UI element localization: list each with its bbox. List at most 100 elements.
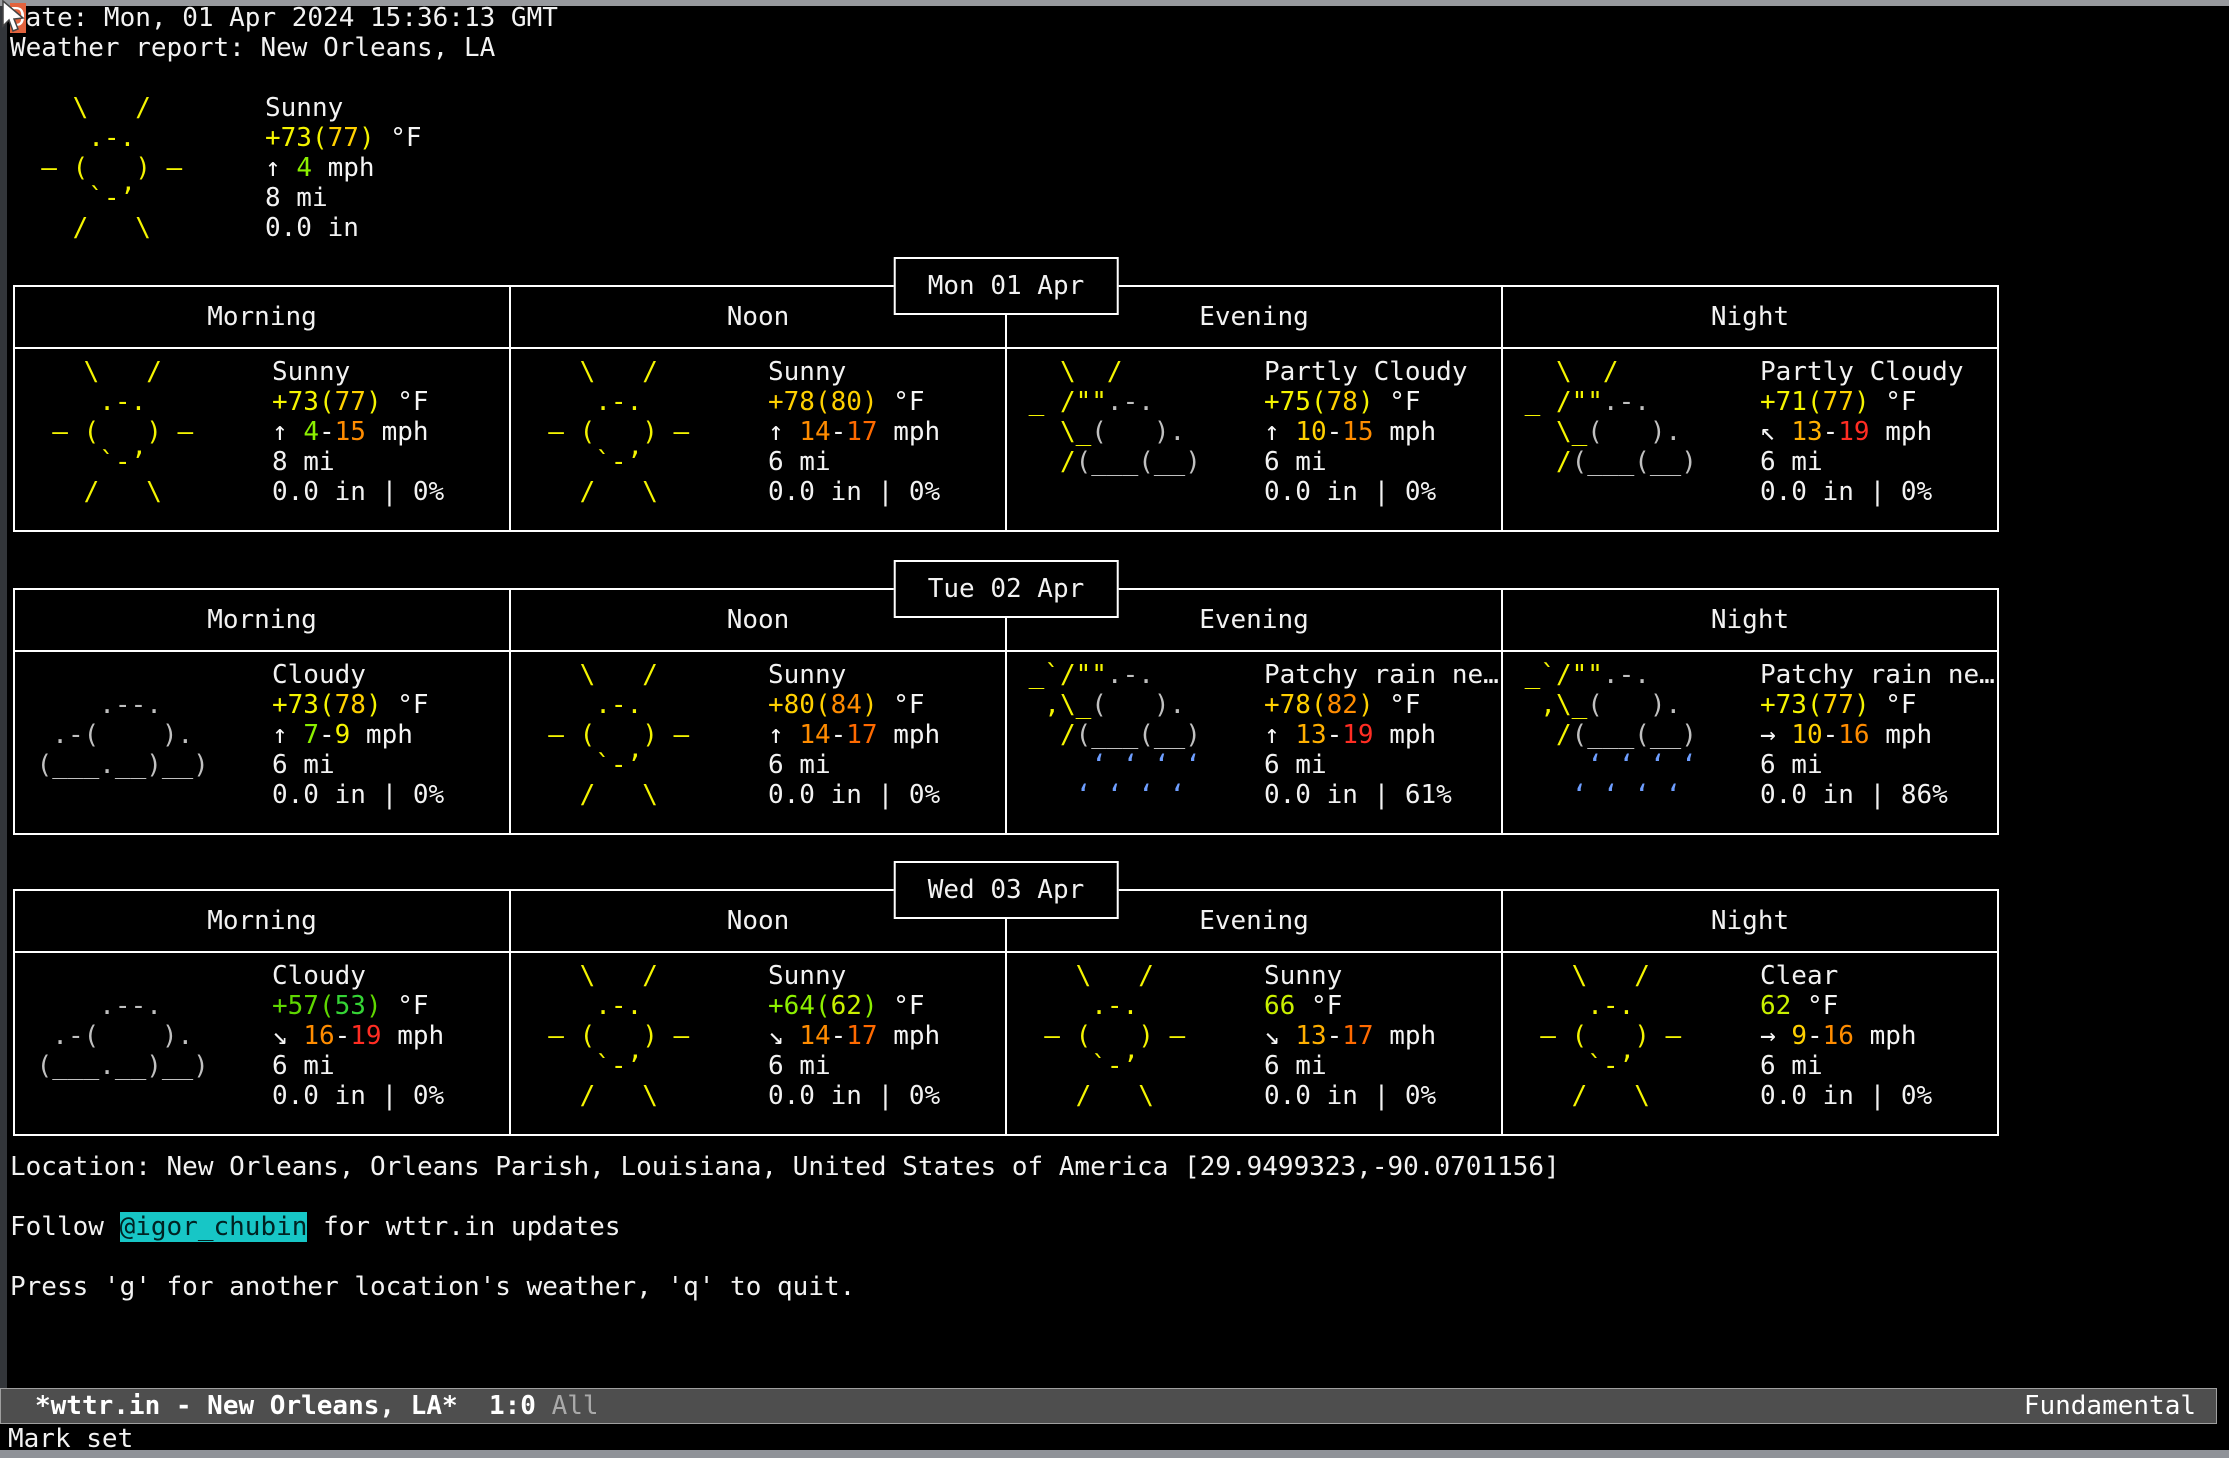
visibility-text: 6 mi [1760, 1051, 1932, 1081]
condition-text: Sunny [272, 357, 444, 387]
buffer-name[interactable]: *wttr.in - New Orleans, LA* [35, 1391, 458, 1421]
weather-cell: \ / _ /"".-. \_( ). /(___(__) Partly Clo… [1501, 349, 1997, 530]
precip-text: 0.0 in | 0% [1264, 1081, 1436, 1111]
mouse-cursor [0, 0, 30, 34]
visibility-text: 8 mi [265, 183, 422, 213]
temperature-text: +64(62) °F [768, 991, 940, 1021]
temperature-text: +80(84) °F [768, 690, 940, 720]
scroll-indicator: All [552, 1391, 599, 1421]
condition-text: Sunny [1264, 961, 1436, 991]
temperature-text: 66 °F [1264, 991, 1436, 1021]
wind-text: ↖ 13-19 mph [1760, 417, 1964, 447]
precip-text: 0.0 in | 0% [1760, 1081, 1932, 1111]
keybinding-hint-line: Press 'g' for another location's weather… [10, 1272, 855, 1302]
temperature-text: +73(78) °F [272, 690, 444, 720]
weather-cell: _`/"".-. ,\_( ). /(___(__) ‘ ‘ ‘ ‘ ‘ ‘ ‘… [1005, 652, 1501, 833]
weather-cell: .--. .-( ). (___.__)__) Cloudy +73(78) °… [15, 652, 509, 833]
header-morning: Morning [15, 287, 509, 347]
precip-text: 0.0 in | 0% [768, 1081, 940, 1111]
header-night: Night [1501, 287, 1997, 347]
wind-text: ↘ 14-17 mph [768, 1021, 940, 1051]
follow-suffix: for wttr.in updates [307, 1212, 620, 1242]
header-night: Night [1501, 590, 1997, 650]
condition-text: Sunny [768, 961, 940, 991]
visibility-text: 6 mi [1760, 447, 1964, 477]
precip-text: 0.0 in | 0% [1760, 477, 1964, 507]
emacs-mode-line[interactable]: *wttr.in - New Orleans, LA* 1:0 All Fund… [0, 1388, 2217, 1424]
precip-text: 0.0 in | 86% [1760, 780, 1995, 810]
modeline-space [536, 1391, 552, 1421]
temperature-text: +73(77) °F [1760, 690, 1995, 720]
visibility-text: 6 mi [272, 750, 444, 780]
window-left-fringe [0, 6, 7, 1388]
cloud-icon: .--. .-( ). (___.__)__) [21, 660, 226, 833]
location-line: Location: New Orleans, Orleans Parish, L… [10, 1152, 1560, 1182]
wind-text: ↑ 7-9 mph [272, 720, 444, 750]
temperature-text: +78(80) °F [768, 387, 940, 417]
condition-text: Sunny [768, 357, 940, 387]
wind-text: → 10-16 mph [1760, 720, 1995, 750]
temperature-text: +75(78) °F [1264, 387, 1468, 417]
weather-cell: \ / .-. ― ( ) ― `-’ / \ Sunny +80(84) °F… [509, 652, 1005, 833]
condition-text: Sunny [265, 93, 422, 123]
wind-text: ↑ 4-15 mph [272, 417, 444, 447]
visibility-text: 6 mi [768, 750, 940, 780]
forecast-table-tue: Tue 02 Apr Morning Noon Evening Night .-… [13, 588, 1999, 835]
weather-cell: \ / .-. ― ( ) ― `-’ / \ Sunny 66 °F ↘ 13… [1005, 953, 1501, 1134]
rain-icon: _`/"".-. ,\_( ). /(___(__) ‘ ‘ ‘ ‘ ‘ ‘ ‘… [1013, 660, 1218, 833]
major-mode-name[interactable]: Fundamental [2024, 1391, 2196, 1421]
forecast-table-mon: Mon 01 Apr Morning Noon Evening Night \ … [13, 285, 1999, 532]
weather-cell: .--. .-( ). (___.__)__) Cloudy +57(53) °… [15, 953, 509, 1134]
temperature-text: +71(77) °F [1760, 387, 1964, 417]
condition-text: Patchy rain ne… [1760, 660, 1995, 690]
cloud-icon: .--. .-( ). (___.__)__) [21, 961, 226, 1134]
sun-icon: \ / .-. ― ( ) ― `-’ / \ [1013, 961, 1218, 1134]
visibility-text: 6 mi [1264, 447, 1468, 477]
precip-text: 0.0 in | 0% [272, 1081, 444, 1111]
temperature-text: +73(77) °F [272, 387, 444, 417]
weather-cell: \ / .-. ― ( ) ― `-’ / \ Sunny +78(80) °F… [509, 349, 1005, 530]
header-morning: Morning [15, 590, 509, 650]
weather-cell: \ / .-. ― ( ) ― `-’ / \ Sunny +64(62) °F… [509, 953, 1005, 1134]
wind-text: ↑ 10-15 mph [1264, 417, 1468, 447]
day-badge: Wed 03 Apr [894, 861, 1119, 919]
condition-text: Cloudy [272, 961, 444, 991]
sun-icon: \ / .-. ― ( ) ― `-’ / \ [517, 357, 722, 530]
sun-icon: \ / .-. ― ( ) ― `-’ / \ [1509, 961, 1714, 1134]
partly-cloudy-icon: \ / _ /"".-. \_( ). /(___(__) [1013, 357, 1218, 530]
follow-prefix: Follow [10, 1212, 120, 1242]
twitter-handle-link[interactable]: @igor_chubin [120, 1212, 308, 1242]
precip-text: 0.0 in | 0% [768, 780, 940, 810]
wind-text: ↘ 16-19 mph [272, 1021, 444, 1051]
weather-cell: \ / _ /"".-. \_( ). /(___(__) Partly Clo… [1005, 349, 1501, 530]
temperature-text: +73(77) °F [265, 123, 422, 153]
temperature-text: +78(82) °F [1264, 690, 1499, 720]
temperature-text: +57(53) °F [272, 991, 444, 1021]
forecast-table-wed: Wed 03 Apr Morning Noon Evening Night .-… [13, 889, 1999, 1136]
condition-text: Patchy rain ne… [1264, 660, 1499, 690]
visibility-text: 6 mi [1264, 750, 1499, 780]
date-text: ate: Mon, 01 Apr 2024 15:36:13 GMT [26, 3, 558, 33]
sun-icon: \ / .-. ― ( ) ― `-’ / \ [21, 357, 226, 530]
sun-icon: \ / .-. ― ( ) ― `-’ / \ [517, 660, 722, 833]
precip-text: 0.0 in | 61% [1264, 780, 1499, 810]
weather-cell: \ / .-. ― ( ) ― `-’ / \ Clear 62 °F → 9-… [1501, 953, 1997, 1134]
visibility-text: 8 mi [272, 447, 444, 477]
weather-cell: \ / .-. ― ( ) ― `-’ / \ Sunny +73(77) °F… [15, 349, 509, 530]
wind-text: ↑ 14-17 mph [768, 720, 940, 750]
visibility-text: 6 mi [768, 447, 940, 477]
visibility-text: 6 mi [1760, 750, 1995, 780]
window-bottom-edge [0, 1450, 2229, 1458]
header-night: Night [1501, 891, 1997, 951]
follow-line: Follow @igor_chubin for wttr.in updates [10, 1212, 621, 1242]
modeline-gap [458, 1391, 489, 1421]
condition-text: Clear [1760, 961, 1932, 991]
condition-text: Sunny [768, 660, 940, 690]
precip-text: 0.0 in | 0% [272, 477, 444, 507]
visibility-text: 6 mi [1264, 1051, 1436, 1081]
wind-text: ↑ 14-17 mph [768, 417, 940, 447]
wind-text: → 9-16 mph [1760, 1021, 1932, 1051]
cursor-position: 1:0 [489, 1391, 536, 1421]
weather-cell: _`/"".-. ,\_( ). /(___(__) ‘ ‘ ‘ ‘ ‘ ‘ ‘… [1501, 652, 1997, 833]
precip-text: 0.0 in | 0% [768, 477, 940, 507]
